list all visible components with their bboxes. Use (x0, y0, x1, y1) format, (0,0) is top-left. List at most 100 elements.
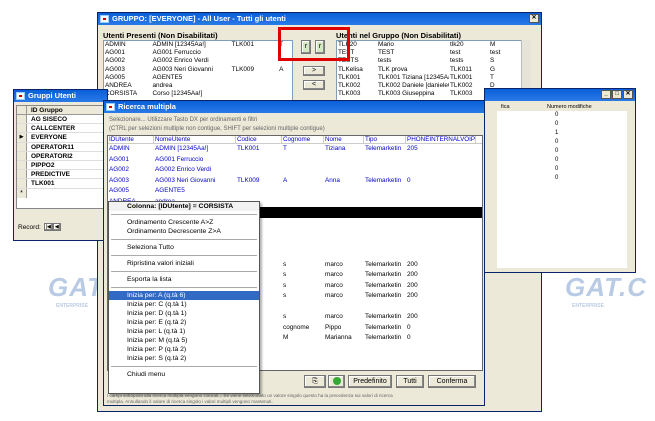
tutti-button[interactable]: Tutti (396, 375, 424, 388)
menu-item[interactable]: Ordinamento Decrescente Z>A (109, 227, 259, 236)
list-item[interactable]: AG002 AG002 Enrico Verdi (104, 57, 292, 65)
column-header[interactable]: IDUtente (108, 136, 154, 143)
move-right-button[interactable]: > (303, 66, 325, 76)
list-item[interactable]: CORSISTA Corso [12345Aa!] (104, 90, 292, 98)
icon-button-1[interactable]: ⎘ (304, 375, 326, 388)
icon-button-2[interactable] (328, 375, 345, 388)
menu-item[interactable]: Inizia per: C (q.tà 1) (109, 300, 259, 309)
list-item[interactable]: AG001 AG001 Ferruccio (104, 49, 292, 57)
group-row[interactable]: ▶ EVERYONE (17, 133, 104, 143)
close-icon[interactable]: ✕ (529, 14, 539, 23)
menu-item[interactable]: Inizia per: P (q.tà 2) (109, 345, 259, 354)
table-cell (406, 344, 476, 355)
col-header-numero-modifiche: Numero modifiche (547, 104, 592, 110)
row-selector[interactable] (17, 124, 27, 133)
menu-item[interactable]: Inizia per: D (q.tà 1) (109, 309, 259, 318)
table-row[interactable]: AG003 AG003 Neri Giovanni TLK009 A Anna Telem… (108, 176, 482, 187)
groups-title: Gruppi Utenti (28, 91, 76, 100)
table-row[interactable]: AG001 AG001 Ferruccio (108, 155, 482, 166)
group-row[interactable]: OPERATORI2 (17, 151, 104, 161)
menu-item[interactable]: Esporta la lista (109, 275, 259, 284)
list-item[interactable]: TLK20 Mario tlk20 M (337, 41, 530, 49)
new-group-row[interactable]: * (17, 188, 104, 198)
r-button-1[interactable]: r (301, 40, 311, 54)
table-cell: Telemarketin (365, 313, 402, 320)
row-selector[interactable] (17, 179, 27, 188)
group-id: EVERYONE (31, 134, 67, 142)
group-row[interactable]: AG SISECO (17, 115, 104, 125)
table-row[interactable]: AG002 AG002 Enrico Verdi (108, 165, 482, 176)
list-cell (231, 49, 279, 57)
list-item[interactable]: TLK001 TLK001 Tiziana [12345Aa!] TLK001 T (337, 74, 530, 82)
row-selector[interactable]: ▶ (17, 133, 27, 142)
list-cell: AGENTE5 (152, 73, 183, 81)
table-cell: T (283, 145, 287, 152)
group-row[interactable]: PREDICTIVE (17, 170, 104, 180)
row-selector[interactable] (17, 160, 27, 170)
table-cell: 205 (407, 145, 418, 152)
table-cell: TLK009 (237, 176, 260, 184)
menu-item[interactable]: Ripristina valori iniziali (109, 259, 259, 268)
group-row[interactable]: PIPPO2 (17, 160, 104, 171)
list-cell: TEST (378, 49, 395, 57)
list-cell (231, 74, 279, 82)
list-cell: TLK003 (338, 90, 361, 98)
menu-item[interactable]: Chiudi menu (109, 370, 259, 379)
move-left-button[interactable]: < (303, 80, 325, 90)
table-cell (324, 344, 364, 355)
record-label: Record: (18, 223, 41, 231)
group-row[interactable]: TLK001 (17, 179, 104, 189)
modifications-titlebar: _ □ ✕ (485, 89, 635, 101)
table-cell: AG003 Neri Giovanni (155, 176, 216, 184)
column-header[interactable]: PHONEINTERNALVOIP (406, 136, 476, 143)
column-header[interactable]: Codice (236, 136, 282, 143)
column-header[interactable]: Cognome (282, 136, 324, 143)
list-item[interactable]: AG003 AG003 Neri Giovanni TLK009 A (104, 66, 292, 74)
table-cell (364, 302, 406, 313)
menu-item[interactable]: Inizia per: S (q.tà 2) (109, 354, 259, 363)
menu-item[interactable]: Inizia per: M (q.tà 5) (109, 336, 259, 345)
modifications-grid: fica Numero modifiche 0 0 1 0 0 0 0 0 (497, 103, 627, 268)
table-cell (282, 239, 324, 250)
table-cell: Telemarketin (365, 271, 402, 278)
group-row[interactable]: CALLCENTER (17, 124, 104, 134)
table-cell: 200 (407, 260, 418, 268)
minimize-icon[interactable]: _ (601, 90, 611, 99)
table-cell (406, 155, 476, 166)
first-record-button[interactable]: |◀ (43, 223, 53, 231)
row-selector[interactable] (17, 142, 27, 151)
r-button-2[interactable]: r (315, 40, 325, 54)
table-row[interactable]: AG005 AGENTE5 (108, 186, 482, 197)
table-cell (324, 186, 364, 197)
table-cell: Marianna (325, 334, 352, 341)
list-cell: test (450, 49, 461, 57)
available-users-list[interactable]: ADMIN ADMIN [12345Aa!] TLK001 T AG001 AG001 F… (103, 40, 293, 102)
menu-item[interactable]: Ordinamento Crescente A>Z (109, 218, 259, 227)
list-cell: G (490, 65, 495, 73)
column-header[interactable]: Tipo (364, 136, 406, 143)
menu-item[interactable]: Inizia per: L (q.tà 1) (109, 327, 259, 336)
row-selector[interactable] (17, 151, 27, 160)
conferma-button[interactable]: Conferma (428, 375, 476, 388)
row-selector[interactable] (17, 170, 27, 179)
modification-count: 0 (555, 112, 559, 118)
menu-item[interactable]: Seleziona Tutto (109, 243, 259, 252)
menu-item[interactable]: Inizia per: A (q.tà 6) (109, 291, 259, 300)
list-cell: TLK002 Daniele [daniele002] (378, 81, 449, 89)
list-item[interactable]: TEST TEST test test (337, 49, 530, 57)
close-icon[interactable]: ✕ (623, 90, 633, 99)
list-item[interactable]: TLKelisa TLK prova TLK011 G (337, 66, 530, 74)
column-header[interactable]: NomeUtente (154, 136, 236, 143)
group-row[interactable]: OPERATOR11 (17, 142, 104, 152)
list-item[interactable]: AG005 AGENTE5 (104, 74, 292, 82)
prev-record-button[interactable]: ◀ (52, 223, 61, 231)
list-item[interactable]: TESTS tests tests S (337, 57, 530, 65)
menu-item[interactable]: Inizia per: E (q.tà 2) (109, 318, 259, 327)
table-row[interactable]: ADMIN ADMIN [12345Aa!] TLK001 T Tiziana Telem… (108, 144, 482, 155)
row-selector[interactable] (17, 115, 27, 124)
column-header[interactable]: Nome (324, 136, 364, 143)
predefinito-button[interactable]: Predefinito (348, 375, 392, 388)
list-item[interactable]: ADMIN ADMIN [12345Aa!] TLK001 T (104, 41, 292, 49)
list-item[interactable]: ANDREA andrea (104, 82, 292, 90)
maximize-icon[interactable]: □ (612, 90, 622, 99)
